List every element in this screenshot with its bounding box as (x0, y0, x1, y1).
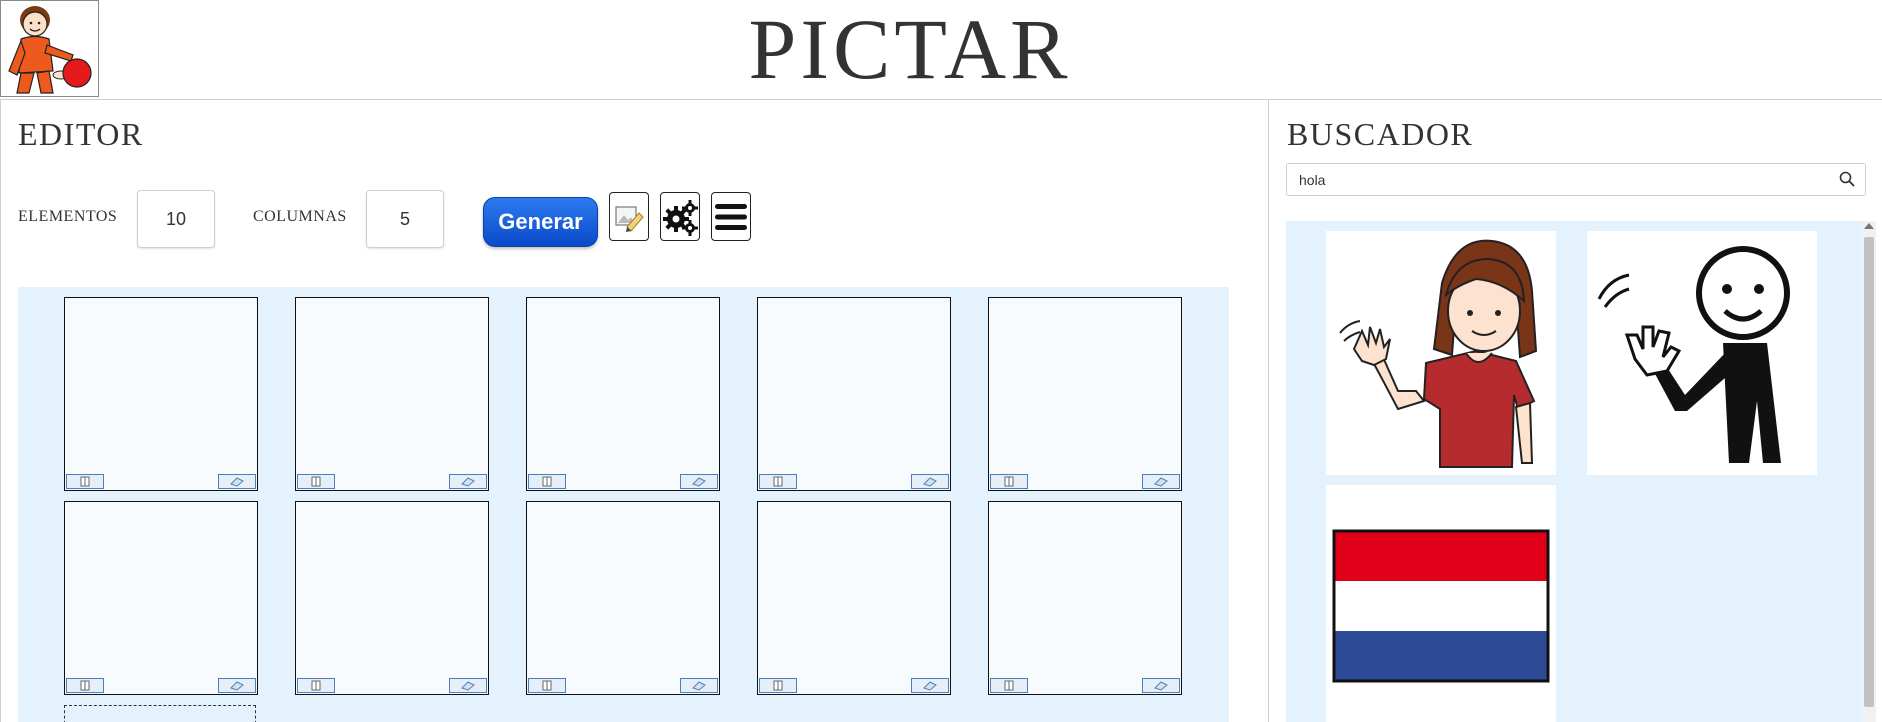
grid-cell[interactable] (295, 297, 489, 491)
editor-title: EDITOR (18, 116, 144, 152)
grid-cell[interactable] (988, 297, 1182, 491)
eraser-icon (923, 476, 937, 487)
eraser-icon (923, 680, 937, 691)
cell-book-button[interactable] (990, 474, 1028, 489)
menu-icon (715, 203, 747, 230)
book-icon (1004, 680, 1014, 691)
edit-image-icon (615, 205, 644, 232)
scroll-thumb[interactable] (1864, 237, 1874, 707)
book-icon (542, 680, 552, 691)
eraser-icon (230, 680, 244, 691)
cell-erase-button[interactable] (911, 474, 949, 489)
book-icon (773, 680, 783, 691)
grid-cell[interactable] (295, 501, 489, 695)
cell-erase-button[interactable] (449, 678, 487, 693)
eraser-icon (461, 680, 475, 691)
cell-erase-button[interactable] (1142, 474, 1180, 489)
app-header: PICTAR (0, 0, 1882, 100)
cell-book-button[interactable] (66, 678, 104, 693)
settings-button[interactable] (660, 192, 700, 241)
search-input[interactable]: hola (1286, 163, 1866, 196)
scroll-up-arrow[interactable] (1864, 223, 1874, 229)
cell-book-button[interactable] (759, 678, 797, 693)
search-panel: BUSCADOR hola (1268, 100, 1882, 722)
settings-gears-icon (663, 199, 698, 236)
edit-image-button[interactable] (609, 192, 649, 241)
eraser-icon (461, 476, 475, 487)
elements-input[interactable] (137, 190, 215, 248)
cell-erase-button[interactable] (911, 678, 949, 693)
elements-label: ELEMENTOS (18, 208, 118, 225)
grid-cell[interactable] (526, 501, 720, 695)
cell-book-button[interactable] (528, 678, 566, 693)
search-query: hola (1299, 172, 1326, 188)
grid-cell[interactable] (757, 297, 951, 491)
cell-erase-button[interactable] (449, 474, 487, 489)
app-title: PICTAR (748, 1, 1072, 97)
cell-book-button[interactable] (990, 678, 1028, 693)
cell-erase-button[interactable] (218, 678, 256, 693)
cell-erase-button[interactable] (680, 678, 718, 693)
search-icon[interactable] (1839, 171, 1855, 187)
book-icon (80, 476, 90, 487)
editor-panel: EDITOR ELEMENTOS COLUMNAS Generar (0, 100, 1268, 722)
pictogram-grid (18, 287, 1229, 722)
cell-book-button[interactable] (66, 474, 104, 489)
cell-erase-button[interactable] (218, 474, 256, 489)
book-icon (311, 680, 321, 691)
cell-book-button[interactable] (759, 474, 797, 489)
result-stick-figure-waving[interactable] (1587, 231, 1817, 475)
cell-book-button[interactable] (528, 474, 566, 489)
eraser-icon (1154, 476, 1168, 487)
eraser-icon (692, 476, 706, 487)
girl-waving-pictogram (1339, 239, 1538, 468)
result-girl-waving[interactable] (1326, 231, 1556, 475)
cell-book-button[interactable] (297, 678, 335, 693)
grid-cell[interactable] (526, 297, 720, 491)
netherlands-flag-pictogram (1332, 529, 1550, 683)
eraser-icon (692, 680, 706, 691)
cell-book-button[interactable] (297, 474, 335, 489)
columns-input[interactable] (366, 190, 444, 248)
drop-target-cell[interactable] (64, 705, 256, 722)
cell-erase-button[interactable] (1142, 678, 1180, 693)
results-scrollbar[interactable] (1862, 221, 1876, 722)
search-title: BUSCADOR (1287, 116, 1474, 152)
book-icon (80, 680, 90, 691)
generate-button[interactable]: Generar (483, 197, 598, 247)
eraser-icon (1154, 680, 1168, 691)
book-icon (311, 476, 321, 487)
book-icon (1004, 476, 1014, 487)
result-netherlands-flag[interactable] (1326, 485, 1556, 722)
columns-label: COLUMNAS (253, 208, 347, 225)
grid-cell[interactable] (757, 501, 951, 695)
grid-cell[interactable] (64, 297, 258, 491)
grid-cell[interactable] (64, 501, 258, 695)
menu-button[interactable] (711, 192, 751, 241)
book-icon (542, 476, 552, 487)
book-icon (773, 476, 783, 487)
eraser-icon (230, 476, 244, 487)
stick-figure-waving-pictogram (1597, 246, 1790, 463)
cell-erase-button[interactable] (680, 474, 718, 489)
search-results (1286, 221, 1876, 722)
grid-cell[interactable] (988, 501, 1182, 695)
